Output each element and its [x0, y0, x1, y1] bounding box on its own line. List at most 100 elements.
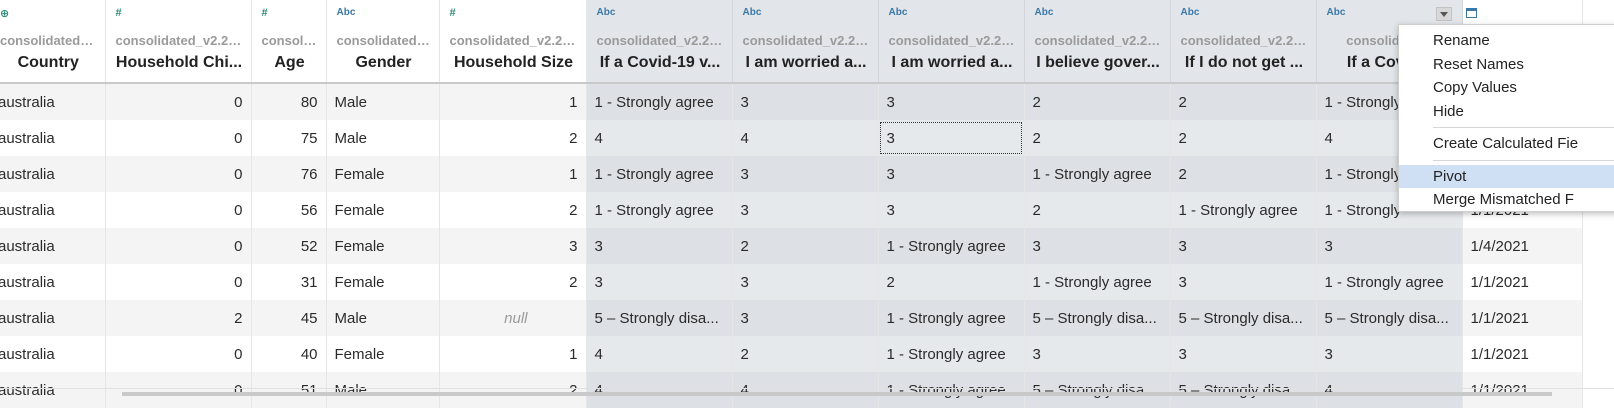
table-cell[interactable]: 4 [586, 372, 733, 408]
table-cell[interactable]: 0 [105, 336, 252, 372]
table-cell[interactable]: 3 [586, 264, 733, 300]
table-cell[interactable]: 2 [1024, 83, 1171, 120]
table-cell[interactable]: 1 - Strongly agree [878, 228, 1025, 264]
table-cell[interactable]: 0 [105, 264, 252, 300]
table-cell[interactable]: 3 [1170, 264, 1317, 300]
column-header[interactable]: Abc consolidated_v2.2.csv I am worried a..… [732, 0, 879, 83]
column-header[interactable]: Abc consolidated_v2.2.csv If a Covid-19 v.… [586, 0, 733, 83]
table-cell[interactable]: 51 [251, 372, 327, 408]
menu-item-rename[interactable]: Rename [1399, 29, 1614, 53]
table-cell[interactable]: Female [326, 156, 440, 192]
table-cell[interactable]: 4 [732, 120, 879, 156]
table-cell[interactable]: 1 - Strongly agree [878, 336, 1025, 372]
column-header[interactable]: ⊕ consolidated_v2.... Country [0, 0, 106, 83]
table-cell[interactable]: australia [0, 228, 106, 264]
table-cell[interactable]: 3 [1170, 336, 1317, 372]
menu-item-pivot[interactable]: Pivot [1399, 164, 1614, 188]
table-cell[interactable]: 0 [105, 372, 252, 408]
table-cell[interactable]: 75 [251, 120, 327, 156]
column-header[interactable]: Abc consolidated_v2.2.csv If I do not get … [1170, 0, 1317, 83]
table-cell[interactable]: 4 [586, 336, 733, 372]
table-cell[interactable]: Female [326, 336, 440, 372]
table-cell[interactable]: 1 - Strongly agree [586, 156, 733, 192]
table-cell[interactable]: 3 [878, 192, 1025, 228]
table-cell[interactable]: 76 [251, 156, 327, 192]
menu-item-merge-mismatched-fields[interactable]: Merge Mismatched F [1399, 188, 1614, 212]
table-cell[interactable]: 3 [732, 264, 879, 300]
table-cell[interactable]: australia [0, 372, 106, 408]
table-cell[interactable]: 2 [878, 264, 1025, 300]
column-header[interactable]: Abc consolidated_v2.2.csv I am worried a..… [878, 0, 1025, 83]
table-cell[interactable]: 4 [1316, 372, 1463, 408]
menu-item-hide[interactable]: Hide [1399, 100, 1614, 124]
table-cell[interactable]: australia [0, 83, 106, 120]
table-cell[interactable]: 5 – Strongly disa... [1316, 300, 1463, 336]
table-cell[interactable]: Female [326, 192, 440, 228]
table-cell[interactable]: australia [0, 192, 106, 228]
table-cell[interactable]: australia [0, 120, 106, 156]
table-cell[interactable]: 2 [1024, 192, 1171, 228]
menu-item-create-calculated-field[interactable]: Create Calculated Fie [1399, 132, 1614, 156]
table-cell[interactable]: 1 - Strongly agree [586, 83, 733, 120]
table-cell[interactable]: 0 [105, 120, 252, 156]
table-cell[interactable]: 5 – Strongly disa... [586, 300, 733, 336]
table-cell[interactable]: 3 [732, 156, 879, 192]
table-cell[interactable]: 1 - Strongly agree [586, 192, 733, 228]
table-cell[interactable]: australia [0, 300, 106, 336]
table-cell[interactable]: 1 - Strongly agree [878, 372, 1025, 408]
table-cell[interactable]: 45 [251, 300, 327, 336]
table-cell[interactable]: 3 [439, 228, 587, 264]
table-cell[interactable]: 2 [439, 192, 587, 228]
table-cell[interactable]: australia [0, 336, 106, 372]
table-cell[interactable]: 2 [1024, 120, 1171, 156]
table-cell[interactable]: 5 – Strongly disa... [1170, 300, 1317, 336]
table-cell[interactable]: Female [326, 264, 440, 300]
column-header[interactable]: Abc consolidated_v2... Gender [326, 0, 440, 83]
table-cell[interactable]: 3 [1024, 228, 1171, 264]
table-cell[interactable]: 3 [878, 120, 1025, 156]
table-cell[interactable]: 1/1/2021 [1462, 264, 1583, 300]
table-cell[interactable]: 2 [1170, 120, 1317, 156]
table-cell[interactable]: 3 [732, 83, 879, 120]
table-cell[interactable]: 5 – Strongly disa [1024, 372, 1171, 408]
table-cell[interactable]: 2 [439, 264, 587, 300]
table-cell[interactable]: 2 [105, 300, 252, 336]
table-cell[interactable]: 3 [732, 192, 879, 228]
table-cell[interactable]: 31 [251, 264, 327, 300]
table-cell[interactable]: Male [326, 120, 440, 156]
table-cell[interactable]: 1 - Strongly agree [1316, 264, 1463, 300]
table-cell[interactable]: 52 [251, 228, 327, 264]
table-cell[interactable]: 3 [1316, 336, 1463, 372]
table-cell[interactable]: 1 [439, 336, 587, 372]
table-cell[interactable]: 40 [251, 336, 327, 372]
table-cell[interactable]: 2 [732, 228, 879, 264]
table-cell[interactable]: 1 - Strongly agree [1024, 264, 1171, 300]
table-cell[interactable]: australia [0, 264, 106, 300]
table-cell[interactable]: 80 [251, 83, 327, 120]
table-cell[interactable]: 5 – Strongly disa... [1024, 300, 1171, 336]
table-cell[interactable]: 56 [251, 192, 327, 228]
table-cell[interactable]: 1 - Strongly agree [1024, 156, 1171, 192]
table-cell[interactable]: 3 [1316, 228, 1463, 264]
table-cell[interactable]: 3 [732, 300, 879, 336]
table-cell[interactable]: australia [0, 156, 106, 192]
table-cell[interactable]: 1 [439, 83, 587, 120]
column-header[interactable]: Abc consolidated_v2.2.csv I believe gover.… [1024, 0, 1171, 83]
table-cell[interactable]: Male [326, 372, 440, 408]
table-cell[interactable]: 2 [1170, 83, 1317, 120]
table-cell[interactable]: 0 [105, 156, 252, 192]
table-cell[interactable]: 0 [105, 192, 252, 228]
table-cell[interactable]: 3 [878, 156, 1025, 192]
table-cell[interactable]: 1/1/2021 [1462, 300, 1583, 336]
table-cell[interactable]: 1/4/2021 [1462, 228, 1583, 264]
table-cell[interactable]: 2 [1170, 156, 1317, 192]
table-cell[interactable]: 2 [732, 336, 879, 372]
table-cell[interactable]: 1/1/2021 [1462, 372, 1583, 408]
table-cell[interactable]: 1/1/2021 [1462, 336, 1583, 372]
table-cell[interactable]: Male [326, 300, 440, 336]
menu-item-copy-values[interactable]: Copy Values [1399, 76, 1614, 100]
column-header[interactable]: # consolidated_v2.2.csv Household Chi... [105, 0, 252, 83]
table-cell[interactable]: Female [326, 228, 440, 264]
table-cell[interactable]: 3 [586, 228, 733, 264]
table-cell[interactable]: 2 [439, 372, 587, 408]
